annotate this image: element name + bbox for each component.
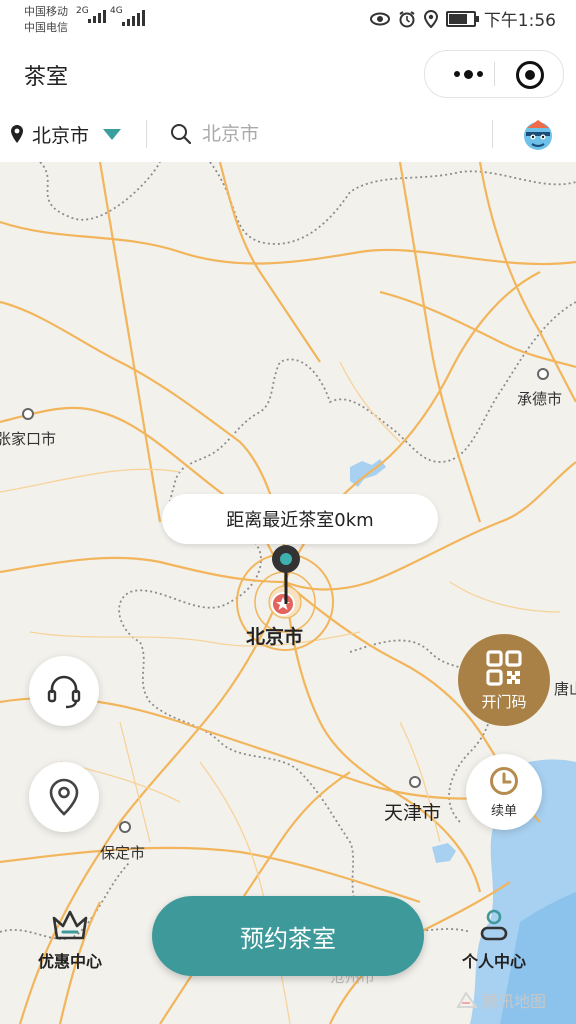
attribution-text: 腾讯地图 [482, 992, 547, 1011]
search-divider-left [146, 120, 147, 148]
capsule-divider [494, 62, 495, 86]
carrier-1: 中国移动 [24, 5, 68, 18]
search-icon [171, 124, 192, 145]
search-input[interactable] [200, 122, 474, 146]
crown-basket-icon [52, 910, 88, 940]
city-selector[interactable]: 北京市 [10, 106, 122, 162]
nav-bar: 茶室 [0, 44, 576, 106]
tencent-map-logo-icon [456, 991, 478, 1008]
city-dot-zhangjiakou [22, 408, 34, 420]
carrier-2: 中国电信 [24, 21, 68, 34]
alarm-icon [399, 10, 415, 27]
label-zhangjiakou: 张家口市 [0, 430, 57, 448]
status-right: 下午1:56 [369, 6, 556, 31]
open-door-code-button[interactable]: 开门码 [458, 634, 550, 726]
label-chengde: 承德市 [517, 390, 563, 408]
page-title: 茶室 [24, 65, 69, 90]
dropdown-triangle-icon [103, 128, 122, 140]
tab-discounts[interactable]: 优惠中心 [38, 908, 102, 972]
label-tianjin: 天津市 [384, 802, 442, 824]
city-dot-tianjin [409, 776, 421, 788]
search-divider-right [492, 120, 493, 148]
mini-program-capsule [424, 50, 564, 98]
network-2g: 2G [76, 6, 89, 16]
city-dot-chengde [537, 368, 549, 380]
signal-bars-1-icon [88, 10, 106, 23]
carrier-names: 中国移动 中国电信 [24, 4, 68, 36]
locate-me-button[interactable] [29, 762, 99, 832]
label-baoding: 保定市 [100, 844, 146, 862]
battery-icon [445, 10, 479, 27]
tab-discounts-label: 优惠中心 [38, 952, 103, 971]
network-4g: 4G [110, 6, 123, 16]
tab-profile-label: 个人中心 [462, 952, 527, 971]
city-dot-baoding [119, 821, 131, 833]
more-dots-icon[interactable] [445, 51, 491, 97]
location-pin-icon [49, 778, 79, 816]
headset-icon [47, 675, 81, 709]
city-label: 北京市 [32, 124, 90, 147]
label-tangshan: 唐山 [554, 680, 576, 698]
qr-code-icon [486, 649, 522, 686]
status-bar: 中国移动 中国电信 2G 4G 下午1:56 [0, 0, 576, 44]
customer-service-button[interactable] [29, 656, 99, 726]
user-icon [480, 909, 508, 941]
target-circle-icon[interactable] [516, 61, 544, 89]
center-location-pin-icon [272, 545, 300, 604]
clock-time: 下午1:56 [483, 11, 556, 31]
location-status-icon [423, 9, 438, 28]
open-door-code-label: 开门码 [481, 692, 527, 711]
renew-label: 续单 [490, 803, 517, 819]
eye-icon [369, 12, 390, 25]
mascot-avatar-icon[interactable] [520, 116, 556, 152]
search-bar: 北京市 [0, 106, 576, 162]
map-attribution: 腾讯地图 [456, 988, 546, 1012]
distance-bubble: 距离最近茶室0km [162, 494, 438, 544]
tab-profile[interactable]: 个人中心 [462, 908, 526, 972]
book-teahouse-button[interactable]: 预约茶室 [152, 896, 424, 976]
renew-order-button[interactable]: 续单 [466, 754, 542, 830]
label-beijing: 北京市 [246, 626, 304, 648]
clock-icon [490, 766, 518, 795]
signal-bars-2-icon [122, 10, 145, 26]
search-box [170, 106, 474, 162]
map-marker-icon [11, 125, 23, 143]
